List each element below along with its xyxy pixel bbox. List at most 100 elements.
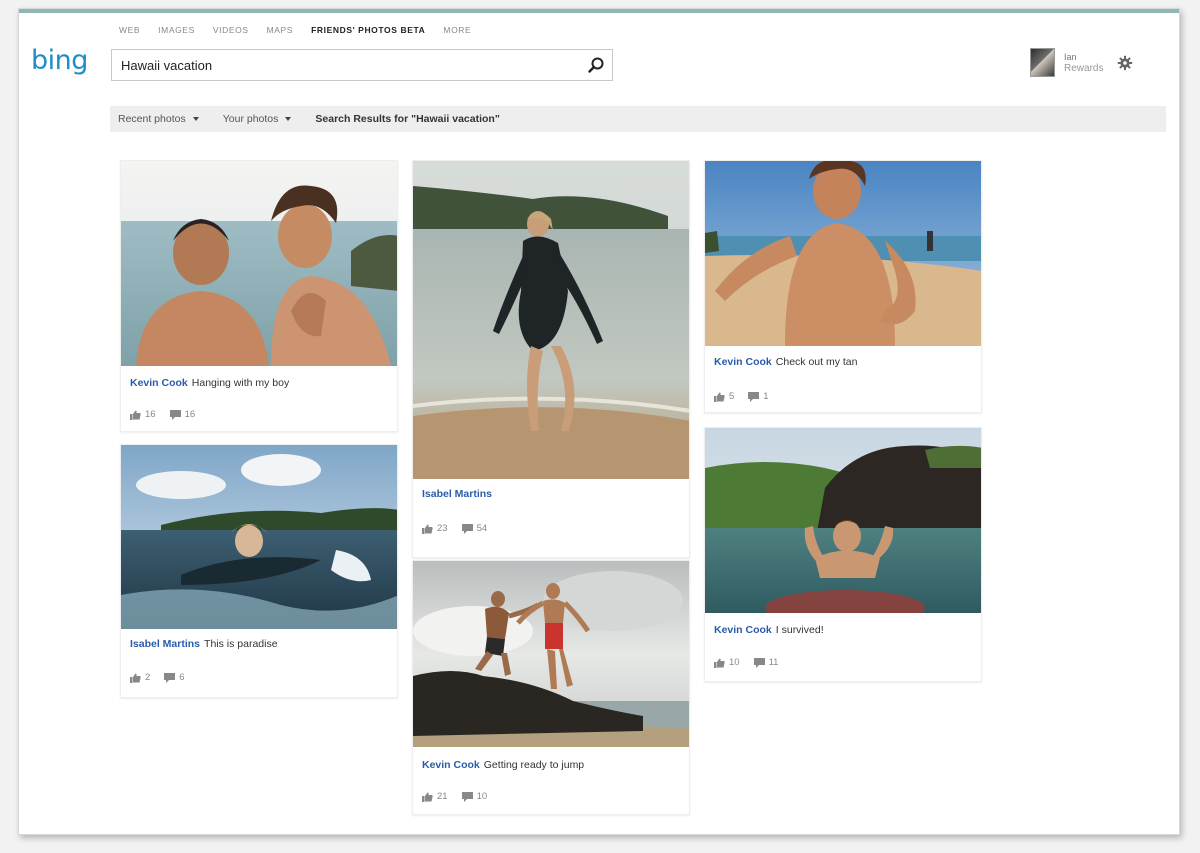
photo[interactable] xyxy=(413,561,689,747)
comment-icon xyxy=(461,791,473,802)
like-button[interactable]: 10 xyxy=(714,657,740,668)
like-button[interactable]: 5 xyxy=(714,391,734,402)
comment-button[interactable]: 1 xyxy=(748,391,769,402)
comment-icon xyxy=(753,657,765,668)
like-count: 23 xyxy=(437,523,448,534)
photo[interactable] xyxy=(705,161,981,346)
caption-text: Check out my tan xyxy=(775,356,858,368)
comment-count: 1 xyxy=(763,391,769,402)
photo-boys-beach xyxy=(121,161,397,366)
rewards-link[interactable]: Rewards xyxy=(1064,63,1103,74)
photo-stats: 5 1 xyxy=(714,391,783,402)
photo-card[interactable]: Kevin Cook Check out my tan 5 1 xyxy=(704,160,982,413)
top-accent-strip xyxy=(19,9,1179,13)
avatar[interactable] xyxy=(1030,48,1055,77)
thumbs-up-icon xyxy=(714,392,725,402)
comment-count: 16 xyxy=(184,409,196,420)
thumbs-up-icon xyxy=(422,524,433,534)
your-photos-label: Your photos xyxy=(222,113,279,125)
photo[interactable] xyxy=(121,445,397,629)
like-count: 21 xyxy=(437,791,448,802)
bing-logo[interactable]: bing xyxy=(31,45,88,76)
comment-icon xyxy=(164,672,176,683)
gear-icon[interactable] xyxy=(1117,55,1133,71)
like-count: 2 xyxy=(145,672,151,683)
like-button[interactable]: 16 xyxy=(130,409,156,420)
user-info[interactable]: Ian Rewards xyxy=(1064,52,1103,74)
author-link[interactable]: Kevin Cook xyxy=(714,356,772,368)
author-link[interactable]: Kevin Cook xyxy=(130,377,188,389)
photo-card[interactable]: Kevin Cook Hanging with my boy 16 16 xyxy=(120,160,398,432)
author-link[interactable]: Kevin Cook xyxy=(714,624,772,636)
nav-videos[interactable]: VIDEOS xyxy=(213,25,249,35)
nav-friends-photos[interactable]: FRIENDS' PHOTOS BETA xyxy=(311,25,425,35)
recent-photos-label: Recent photos xyxy=(118,113,186,125)
nav-web[interactable]: WEB xyxy=(119,25,140,35)
search-input[interactable] xyxy=(112,50,580,80)
comment-button[interactable]: 6 xyxy=(164,672,185,683)
results-title: Search Results for "Hawaii vacation" xyxy=(315,113,500,125)
filter-bar: Recent photos Your photos Search Results… xyxy=(110,106,1166,132)
photo-caption: Isabel Martins xyxy=(422,488,496,500)
nav-more[interactable]: MORE xyxy=(443,25,471,35)
thumbs-up-icon xyxy=(130,673,141,683)
chevron-down-icon xyxy=(192,117,199,121)
user-area: Ian Rewards xyxy=(1030,48,1133,77)
like-count: 5 xyxy=(729,391,735,402)
thumbs-up-icon xyxy=(422,792,433,802)
comment-count: 54 xyxy=(476,523,488,534)
nav-maps[interactable]: MAPS xyxy=(267,25,294,35)
your-photos-dropdown[interactable]: Your photos xyxy=(223,113,292,125)
photo-card[interactable]: Isabel Martins This is paradise 2 6 xyxy=(120,444,398,698)
search-box xyxy=(111,49,613,81)
comment-count: 10 xyxy=(476,791,488,802)
comment-button[interactable]: 16 xyxy=(169,409,196,420)
photo-stats: 23 54 xyxy=(422,523,501,534)
recent-photos-dropdown[interactable]: Recent photos xyxy=(118,113,199,125)
photo-survived xyxy=(705,428,981,613)
caption-text: This is paradise xyxy=(204,638,278,650)
photo-caption: Kevin Cook Hanging with my boy xyxy=(130,377,289,389)
author-link[interactable]: Isabel Martins xyxy=(422,488,492,500)
thumbs-up-icon xyxy=(130,410,141,420)
photo-stats: 10 11 xyxy=(714,657,792,668)
author-link[interactable]: Kevin Cook xyxy=(422,759,480,771)
like-button[interactable]: 23 xyxy=(422,523,448,534)
caption-text: Hanging with my boy xyxy=(191,377,290,389)
search-button[interactable] xyxy=(580,50,612,80)
thumbs-up-icon xyxy=(714,658,725,668)
chevron-down-icon xyxy=(285,117,292,121)
photo-caption: Kevin Cook Check out my tan xyxy=(714,356,857,368)
nav-images[interactable]: IMAGES xyxy=(158,25,195,35)
like-button[interactable]: 2 xyxy=(130,672,150,683)
photo-selfie-tan xyxy=(705,161,981,346)
photo[interactable] xyxy=(121,161,397,366)
comment-count: 11 xyxy=(768,657,779,668)
photo[interactable] xyxy=(413,161,689,479)
caption-text: Getting ready to jump xyxy=(483,759,585,771)
comment-button[interactable]: 10 xyxy=(461,791,488,802)
photo-caption: Isabel Martins This is paradise xyxy=(130,638,278,650)
comment-button[interactable]: 54 xyxy=(461,523,488,534)
photo-card[interactable]: Kevin Cook Getting ready to jump 21 10 xyxy=(412,560,690,815)
comment-icon xyxy=(748,391,760,402)
photo-stats: 21 10 xyxy=(422,791,501,802)
user-name: Ian xyxy=(1064,51,1077,62)
photo-card[interactable]: Isabel Martins 23 54 xyxy=(412,160,690,558)
author-link[interactable]: Isabel Martins xyxy=(130,638,200,650)
like-count: 16 xyxy=(145,409,156,420)
photo-stats: 16 16 xyxy=(130,409,209,420)
like-button[interactable]: 21 xyxy=(422,791,448,802)
caption-text: I survived! xyxy=(775,624,824,636)
comment-button[interactable]: 11 xyxy=(753,657,779,668)
photo-card[interactable]: Kevin Cook I survived! 10 11 xyxy=(704,427,982,682)
photo-stats: 2 6 xyxy=(130,672,199,683)
like-count: 10 xyxy=(729,657,740,668)
photo-caption: Kevin Cook I survived! xyxy=(714,624,824,636)
photo-wading xyxy=(413,161,689,479)
comment-icon xyxy=(461,523,473,534)
comment-count: 6 xyxy=(179,672,185,683)
photo[interactable] xyxy=(705,428,981,613)
photo-caption: Kevin Cook Getting ready to jump xyxy=(422,759,584,771)
search-icon xyxy=(588,57,604,73)
